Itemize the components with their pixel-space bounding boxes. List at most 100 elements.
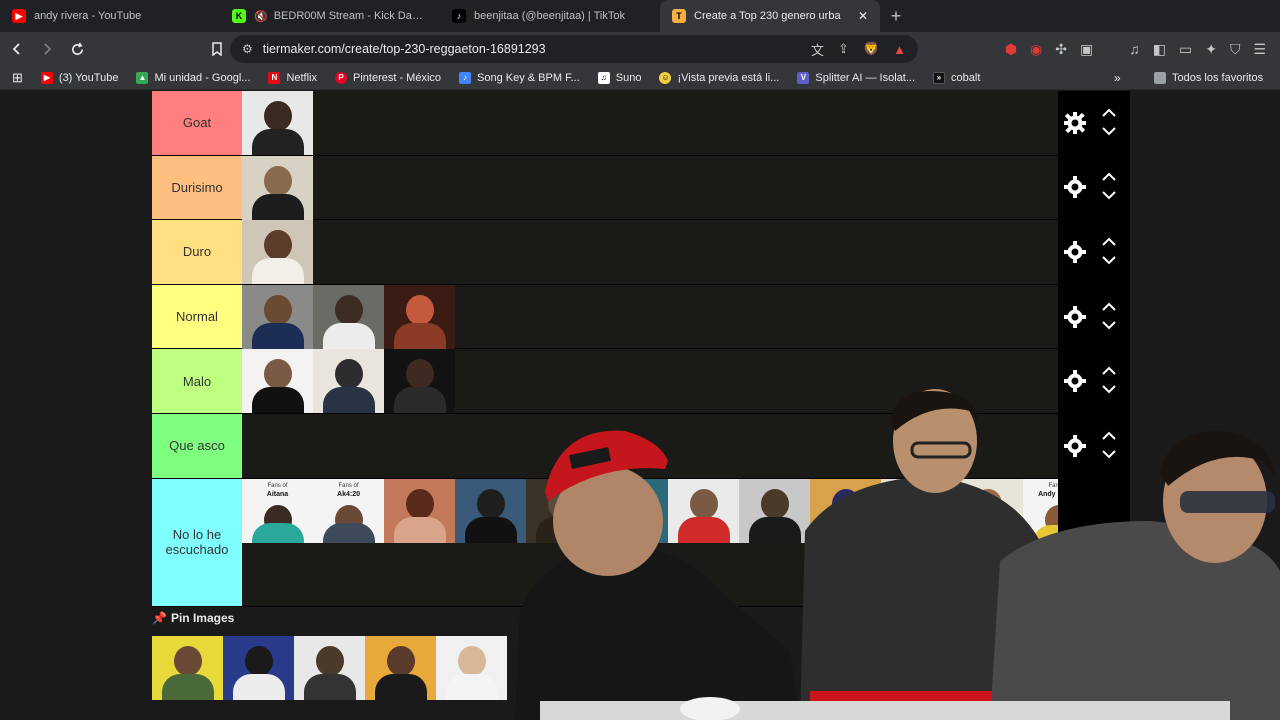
tier-label[interactable]: Goat (152, 91, 242, 155)
artist-image[interactable] (242, 349, 313, 414)
gear-icon[interactable] (1062, 110, 1088, 136)
move-down-icon[interactable] (1102, 319, 1116, 333)
move-down-icon[interactable] (1102, 383, 1116, 397)
move-down-icon[interactable] (1102, 254, 1116, 268)
tier-items[interactable] (242, 414, 1130, 478)
more-bookmarks-button[interactable]: » (1114, 71, 1121, 85)
move-up-icon[interactable] (1102, 365, 1116, 379)
move-down-icon[interactable] (1102, 125, 1116, 139)
translate-icon[interactable]: 文 (811, 40, 824, 59)
tier-items[interactable] (242, 220, 1130, 285)
move-up-icon[interactable] (1102, 107, 1116, 121)
artist-image[interactable] (242, 91, 313, 155)
bookmark-suno[interactable]: ♫ Suno (597, 71, 641, 84)
gear-icon[interactable] (1062, 433, 1088, 459)
tab-kick[interactable]: K 🔇 BEDR00M Stream - Kick Dashb (220, 0, 440, 32)
tab-youtube[interactable]: ▶ andy rivera - YouTube (0, 0, 220, 32)
extension-red-icon[interactable]: ⬢ (1005, 41, 1017, 58)
all-bookmarks-folder[interactable]: Todos los favoritos (1154, 71, 1263, 84)
screenshot-icon[interactable]: ▣ (1080, 41, 1093, 58)
tier-label[interactable]: Durisimo (152, 155, 242, 220)
bookmark-preview[interactable]: ☺ ¡Vista previa está li... (659, 71, 779, 84)
tier-items[interactable] (242, 91, 1130, 155)
move-up-icon[interactable] (1102, 236, 1116, 250)
new-tab-button[interactable]: + (880, 0, 912, 32)
gear-icon[interactable] (1062, 174, 1088, 200)
artist-image[interactable] (384, 284, 455, 349)
artist-image[interactable] (384, 349, 455, 414)
site-settings-icon[interactable]: ⚙ (242, 42, 253, 56)
bookmark-songkey[interactable]: ♪ Song Key & BPM F... (459, 71, 580, 84)
move-down-icon[interactable] (1102, 189, 1116, 203)
muted-audio-icon[interactable]: 🔇 (254, 10, 268, 23)
move-down-icon[interactable] (1102, 544, 1116, 558)
tier-label[interactable]: Duro (152, 220, 242, 284)
artist-image[interactable] (952, 478, 1023, 543)
artist-image[interactable] (242, 284, 313, 349)
move-up-icon[interactable] (1102, 301, 1116, 315)
artist-card[interactable]: Fans of Aitana (242, 478, 313, 543)
wallet-icon[interactable]: ▭ (1179, 41, 1192, 58)
bookmark-splitter[interactable]: V Splitter AI — Isolat... (797, 71, 915, 84)
artist-image[interactable] (526, 478, 597, 543)
move-up-icon[interactable] (1102, 526, 1116, 540)
tier-label[interactable]: Que asco (152, 413, 242, 478)
pin-image[interactable] (223, 636, 294, 700)
music-icon[interactable]: ♫ (1129, 41, 1140, 57)
artist-image[interactable] (242, 155, 313, 220)
artist-image[interactable] (242, 220, 313, 285)
artist-image[interactable] (881, 478, 952, 543)
move-up-icon[interactable] (1102, 171, 1116, 185)
page-content: Goat Durisimo Duro Normal Malo Que asco … (0, 91, 1280, 720)
close-tab-icon[interactable]: ✕ (858, 9, 868, 23)
tier-label[interactable]: No lo he escuchado (152, 478, 242, 606)
move-up-icon[interactable] (1102, 430, 1116, 444)
bookmark-cobalt[interactable]: » cobalt (933, 71, 980, 84)
menu-icon[interactable]: ☰ (1253, 41, 1266, 58)
tier-items[interactable] (242, 284, 1130, 349)
move-down-icon[interactable] (1102, 448, 1116, 462)
tier-items[interactable] (242, 155, 1130, 220)
artist-image[interactable] (455, 478, 526, 543)
pin-image[interactable] (365, 636, 436, 700)
forward-button[interactable] (34, 36, 60, 62)
vpn-icon[interactable]: ⛉ (1230, 41, 1241, 58)
artist-image[interactable] (313, 349, 384, 414)
artist-image[interactable] (668, 478, 739, 543)
tier-label[interactable]: Normal (152, 284, 242, 349)
artist-image[interactable] (810, 478, 881, 543)
pin-image[interactable] (436, 636, 507, 700)
brave-rewards-icon[interactable]: ▲ (893, 42, 906, 57)
record-icon[interactable]: ◉ (1030, 41, 1042, 58)
tier-items[interactable] (242, 349, 1130, 414)
sidebar-icon[interactable]: ◧ (1153, 41, 1166, 58)
bookmark-youtube[interactable]: ▶ (3) YouTube (40, 71, 118, 84)
artist-image[interactable] (384, 478, 455, 543)
leo-ai-icon[interactable]: ✦ (1205, 41, 1217, 58)
bookmark-pinterest[interactable]: P Pinterest - México (335, 71, 441, 84)
apps-grid-icon[interactable]: ⊞ (12, 70, 23, 86)
bookmark-drive[interactable]: ▲ Mi unidad - Googl... (136, 71, 250, 84)
tier-items[interactable]: Fans ofAitana Fans ofAk4:20 Fans ofAndy … (242, 478, 1130, 606)
artist-image[interactable] (313, 284, 384, 349)
gear-icon[interactable] (1062, 368, 1088, 394)
tier-label[interactable]: Malo (152, 349, 242, 413)
pin-image[interactable] (152, 636, 223, 700)
tab-tiktok[interactable]: ♪ beenjitaa (@beenjitaa) | TikTok (440, 0, 660, 32)
artist-image[interactable] (739, 478, 810, 543)
gear-icon[interactable] (1062, 529, 1088, 555)
back-button[interactable] (4, 36, 30, 62)
gear-icon[interactable] (1062, 239, 1088, 265)
extensions-puzzle-icon[interactable]: ✣ (1055, 41, 1067, 58)
share-icon[interactable]: ⇪ (838, 41, 849, 57)
address-bar[interactable]: ⚙ tiermaker.com/create/top-230-reggaeton… (230, 35, 918, 63)
brave-shields-icon[interactable]: 🦁 (863, 41, 879, 57)
pin-image[interactable] (294, 636, 365, 700)
artist-card[interactable]: Fans of Ak4:20 (313, 478, 384, 543)
bookmark-button[interactable] (204, 36, 230, 62)
bookmark-netflix[interactable]: N Netflix (268, 71, 317, 84)
gear-icon[interactable] (1062, 304, 1088, 330)
artist-image[interactable] (597, 478, 668, 543)
tab-tiermaker[interactable]: T Create a Top 230 genero urba ✕ (660, 0, 880, 32)
reload-button[interactable] (64, 36, 90, 62)
